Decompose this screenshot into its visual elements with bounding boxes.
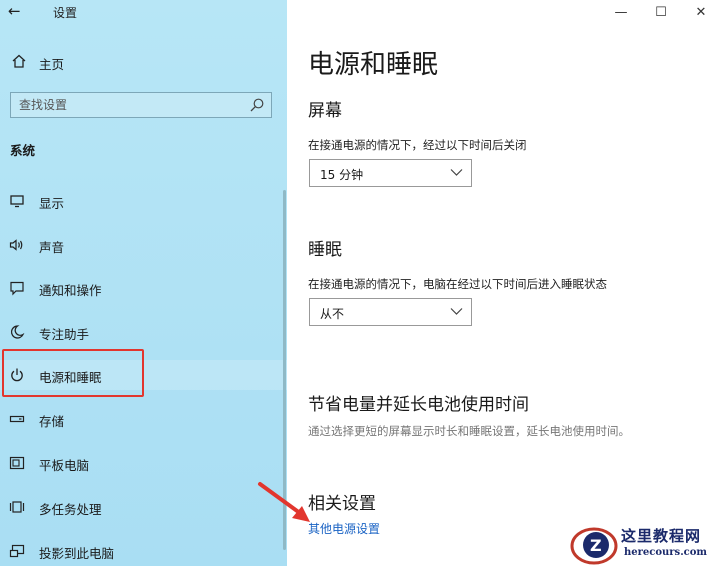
annotation-arrow-icon [258, 482, 310, 522]
back-arrow-icon[interactable]: ← [8, 2, 21, 20]
page-title: 电源和睡眠 [308, 50, 439, 80]
sleep-timeout-dropdown[interactable]: 从不 [309, 298, 472, 326]
related-settings-heading: 相关设置 [308, 494, 376, 514]
sidebar-item-label: 显示 [39, 196, 65, 211]
additional-power-settings-link[interactable]: 其他电源设置 [308, 520, 380, 537]
maximize-button[interactable]: ☐ [645, 0, 677, 24]
main-pane: — ☐ ✕ 电源和睡眠 屏幕 在接通电源的情况下，经过以下时间后关闭 15 分钟… [287, 0, 716, 566]
dropdown-value: 从不 [320, 307, 345, 321]
battery-caption: 通过选择更短的屏幕显示时长和睡眠设置，延长电池使用时间。 [308, 424, 630, 438]
sleep-caption: 在接通电源的情况下，电脑在经过以下时间后进入睡眠状态 [308, 277, 607, 291]
sidebar-item-label: 通知和操作 [39, 283, 102, 298]
sidebar-item-tablet[interactable]: 平板电脑 [0, 448, 287, 478]
highlight-box [2, 349, 144, 397]
chevron-down-icon [450, 308, 463, 315]
minimize-button[interactable]: — [605, 0, 637, 24]
sidebar-item-notifications[interactable]: 通知和操作 [0, 273, 287, 303]
sidebar-item-label: 存储 [39, 414, 65, 429]
search-icon[interactable] [249, 97, 265, 113]
project-icon [9, 544, 25, 558]
screen-caption: 在接通电源的情况下，经过以下时间后关闭 [308, 138, 527, 152]
notification-icon [10, 281, 24, 296]
watermark-text-en: herecours.com [624, 547, 708, 558]
sidebar-item-sound[interactable]: 声音 [0, 230, 287, 260]
sidebar-item-label: 平板电脑 [39, 458, 90, 473]
sidebar-item-projecting[interactable]: 投影到此电脑 [0, 536, 287, 566]
svg-text:Z: Z [590, 536, 602, 555]
section-title: 系统 [10, 143, 36, 158]
multitask-icon [9, 501, 25, 513]
battery-heading: 节省电量并延长电池使用时间 [308, 395, 529, 415]
dropdown-value: 15 分钟 [320, 168, 364, 182]
sidebar-item-label: 声音 [39, 240, 65, 255]
sidebar-item-focus-assist[interactable]: 专注助手 [0, 317, 287, 347]
sidebar: ← 设置 主页 系统 显示 声音 通知和操作 [0, 0, 287, 566]
speaker-icon [9, 239, 23, 251]
tablet-icon [9, 456, 25, 470]
sidebar-item-label: 主页 [39, 57, 65, 72]
window-title: 设置 [53, 6, 78, 20]
search-box[interactable] [10, 92, 272, 118]
sidebar-item-display[interactable]: 显示 [0, 186, 287, 216]
watermark-text-cn: 这里教程网 [621, 527, 702, 545]
screen-heading: 屏幕 [308, 101, 342, 121]
display-icon [10, 195, 24, 208]
sidebar-item-label: 多任务处理 [39, 502, 102, 517]
sidebar-item-home[interactable]: 主页 [0, 50, 287, 76]
sidebar-item-multitasking[interactable]: 多任务处理 [0, 492, 287, 522]
moon-icon [10, 325, 25, 339]
search-input[interactable] [11, 93, 241, 117]
close-button[interactable]: ✕ [685, 0, 716, 24]
sidebar-item-label: 投影到此电脑 [39, 546, 115, 561]
chevron-down-icon [450, 169, 463, 176]
sidebar-item-storage[interactable]: 存储 [0, 404, 287, 434]
sleep-heading: 睡眠 [308, 240, 342, 260]
storage-icon [9, 415, 25, 423]
home-icon [12, 54, 26, 68]
sidebar-item-label: 专注助手 [39, 327, 90, 342]
screen-timeout-dropdown[interactable]: 15 分钟 [309, 159, 472, 187]
